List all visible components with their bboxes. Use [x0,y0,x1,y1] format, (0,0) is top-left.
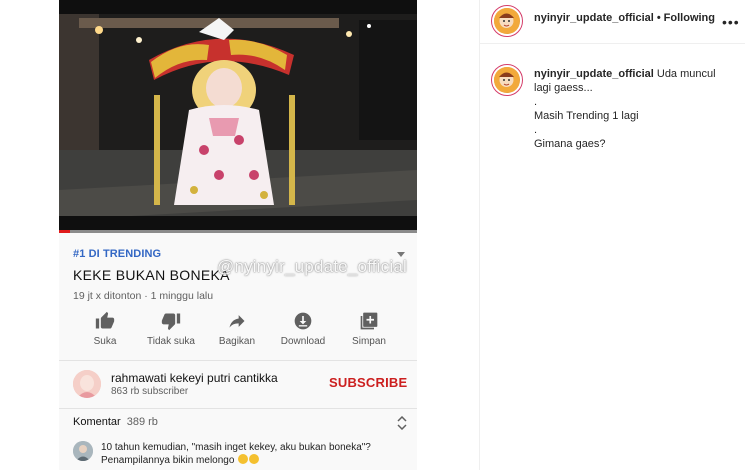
cartoon-face-icon [494,67,519,92]
caption-avatar-image [494,67,520,93]
caption-username[interactable]: nyinyir_update_official [534,68,654,80]
download-icon [294,312,312,330]
video-actions: Suka Tidak suka Bagikan Download Simpan [59,311,417,353]
channel-subscribers: 863 rb subscriber [111,386,189,397]
subscribe-button[interactable]: SUBSCRIBE [329,375,407,390]
download-label: Download [280,336,326,347]
share-label: Bagikan [218,336,256,347]
header-line: nyinyir_update_official • Following [534,12,715,24]
channel-avatar[interactable] [73,370,101,398]
header-separator: • [656,12,661,24]
header-username[interactable]: nyinyir_update_official [534,12,654,24]
caption-line: . [534,124,538,136]
grimace-emoji-icon [238,454,249,464]
comments-label: Komentar [73,416,121,428]
top-comment-line1: 10 tahun kemudian, "masih inget kekey, a… [101,442,371,453]
share-button[interactable]: Bagikan [202,311,272,347]
commenter-avatar[interactable] [73,441,93,461]
save-label: Simpan [352,336,386,347]
channel-row[interactable]: rahmawati kekeyi putri cantikka 863 rb s… [59,364,417,408]
thumbs-up-icon [95,311,115,329]
video-info-panel: #1 DI TRENDING KEKE BUKAN BONEKA @nyinyi… [59,233,417,470]
like-button[interactable]: Suka [70,311,140,347]
video-title: KEKE BUKAN BONEKA [73,267,230,283]
comments-header[interactable]: Komentar 389 rb [73,416,158,428]
add-to-playlist-icon [360,312,378,330]
letterbox-top [59,0,417,14]
video-meta: 19 jt x ditonton · 1 minggu lalu [73,290,214,302]
trending-badge[interactable]: #1 DI TRENDING [73,248,161,260]
download-button[interactable]: Download [268,311,338,347]
save-button[interactable]: Simpan [334,311,404,347]
header-avatar[interactable] [491,5,523,37]
commenter-avatar-image [73,441,93,461]
cartoon-face-icon [494,8,519,33]
dislike-button[interactable]: Tidak suka [136,311,206,347]
post-sidebar: nyinyir_update_official • Following ••• ny… [479,0,745,470]
more-options-icon[interactable]: ••• [722,14,740,30]
dislike-label: Tidak suka [147,336,195,347]
post-caption: nyinyir_update_official Uda muncul lagi … [534,67,734,151]
watermark: @nyinyir_update_official [217,257,407,276]
like-label: Suka [93,336,117,347]
comments-count: 389 rb [126,416,158,428]
video-frame[interactable] [59,0,417,232]
channel-name[interactable]: rahmawati kekeyi putri cantikka [111,371,278,385]
divider [59,360,417,361]
expand-comments-icon[interactable] [397,416,407,430]
header-avatar-image [494,8,520,34]
top-comment-line2: Penampilannya bikin melongo [101,455,235,466]
caption-avatar[interactable] [491,64,523,96]
share-icon [229,315,245,328]
caption-line: Masih Trending 1 lagi [534,110,639,122]
caption-line: . [534,96,538,108]
divider [59,408,417,409]
caption-line: Gimana gaes? [534,138,606,150]
following-button[interactable]: Following [664,12,715,24]
thumbs-down-icon [161,313,181,331]
grimace-emoji-icon [249,454,260,464]
post-media[interactable]: #1 DI TRENDING KEKE BUKAN BONEKA @nyinyi… [59,0,417,470]
channel-avatar-image [73,370,101,398]
video-thumbnail [59,0,417,232]
top-comment: 10 tahun kemudian, "masih inget kekey, a… [101,441,401,467]
post-header: nyinyir_update_official • Following ••• [480,0,745,44]
